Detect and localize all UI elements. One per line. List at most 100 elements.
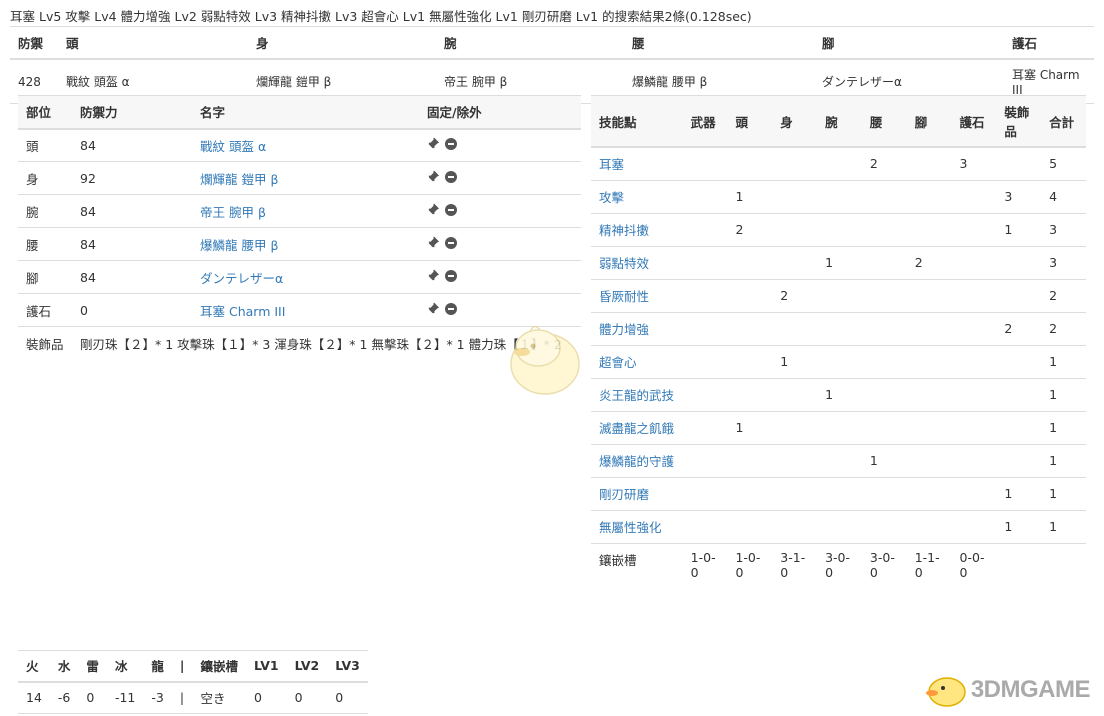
skill-point-cell [772,246,818,280]
skill-name-cell: 超會心 [591,345,683,379]
skill-name-link[interactable]: 耳塞 [599,157,624,172]
skill-point-cell [906,444,952,478]
summary-header-2: 身 [248,26,436,60]
skills-header-1: 武器 [682,95,728,148]
skill-point-cell [817,444,862,478]
skill-name-link[interactable]: 剛刃研磨 [599,487,649,502]
exclude-icon[interactable] [445,170,457,183]
skill-point-cell [682,477,728,511]
fix-exclude-cell [419,227,581,261]
skill-point-cell [996,345,1042,379]
skills-header-9: 合計 [1041,95,1086,148]
table-row: 頭 84 戰紋 頭盔 α [18,128,581,162]
skill-name-link[interactable]: 超會心 [599,355,637,370]
skill-point-cell [727,345,773,379]
skill-point-cell [906,213,952,247]
skill-point-cell: 4 [1041,180,1086,214]
defense-cell: 84 [72,128,192,162]
slot-cell: 3-0-0 [825,549,851,580]
parts-header-0: 部位 [18,95,72,130]
skill-point-cell [951,411,997,445]
armor-name-link[interactable]: 戰紋 頭盔 α [200,139,266,154]
armor-name-link[interactable]: 耳塞 Charm III [200,304,285,319]
armor-name-link[interactable]: 帝王 腕甲 β [200,205,266,220]
pin-icon[interactable] [427,203,440,216]
armor-name-link[interactable]: ダンテレザーα [200,271,283,286]
armor-name-link[interactable]: 爆鱗龍 腰甲 β [200,238,278,253]
skill-name-cell: 精神抖擻 [591,213,683,247]
resist-header-9: LV3 [327,650,368,683]
skill-point-cell [906,477,952,511]
skill-point-cell [996,147,1042,181]
exclude-icon[interactable] [445,302,457,315]
skill-name-link[interactable]: 精神抖擻 [599,223,649,238]
table-row: 體力增強 2 2 [591,312,1086,346]
pin-icon[interactable] [427,137,440,150]
skill-point-cell: 1 [1041,345,1086,379]
skill-point-cell: 1 [1041,510,1086,544]
part-cell: 護石 [18,293,72,327]
skill-name-link[interactable]: 無屬性強化 [599,520,662,535]
resist-header-4: 龍 [143,650,172,683]
skill-name-link[interactable]: 炎王龍的武技 [599,388,674,403]
skill-point-cell [682,213,728,247]
decoration-row: 裝飾品 剛刃珠【２】* 1 攻擊珠【１】* 3 渾身珠【２】* 1 無擊珠【２】*… [18,327,581,360]
name-cell: 爆鱗龍 腰甲 β [192,227,419,261]
part-cell: 腕 [18,194,72,228]
skill-point-cell: 1 [1041,411,1086,445]
pin-icon[interactable] [427,170,440,183]
skill-name-link[interactable]: 滅盡龍之飢餓 [599,421,674,436]
armor-name-link[interactable]: 爛輝龍 鎧甲 β [200,172,278,187]
skill-point-cell [772,411,818,445]
skill-name-cell: 體力增強 [591,312,683,346]
skill-point-cell [861,279,907,313]
resist-header-5: | [171,650,193,683]
table-row: 滅盡龍之飢餓 1 1 [591,411,1086,445]
table-row: 護石 0 耳塞 Charm III [18,293,581,327]
skill-name-link[interactable]: 弱點特效 [599,256,649,271]
skill-point-cell [727,147,773,181]
table-row: 腕 84 帝王 腕甲 β [18,194,581,228]
pin-icon[interactable] [427,269,440,282]
skill-point-cell [861,477,907,511]
skill-name-cell: 滅盡龍之飢餓 [591,411,683,445]
skill-point-cell [817,279,862,313]
table-row: 無屬性強化 1 1 [591,510,1086,544]
resist-header-6: 鑲嵌槽 [192,650,246,683]
skill-point-cell [951,345,997,379]
resist-header-3: 冰 [106,650,144,683]
slot-cell: 1-0-0 [735,549,761,580]
skill-point-cell [772,378,818,412]
resist-cell-3: -11 [106,681,144,714]
exclude-icon[interactable] [445,236,457,249]
table-row: 爆鱗龍的守護 1 1 [591,444,1086,478]
skill-name-link[interactable]: 爆鱗龍的守護 [599,454,674,469]
skill-point-cell [996,246,1042,280]
skill-point-cell [906,378,952,412]
exclude-icon[interactable] [445,203,457,216]
pin-icon[interactable] [427,302,440,315]
skills-header-8: 裝飾品 [996,95,1042,148]
skill-point-cell [951,213,997,247]
skill-point-cell: 3 [951,147,997,181]
skill-name-link[interactable]: 體力增強 [599,322,649,337]
skill-name-link[interactable]: 昏厥耐性 [599,289,649,304]
skill-point-cell: 5 [1041,147,1086,181]
skill-point-cell [817,312,862,346]
skill-point-cell [682,312,728,346]
skill-point-cell [817,411,862,445]
resist-cell-1: -6 [49,681,79,714]
table-row: 身 92 爛輝龍 鎧甲 β [18,161,581,195]
exclude-icon[interactable] [445,137,457,150]
pin-icon[interactable] [427,236,440,249]
skill-point-cell: 1 [1041,444,1086,478]
skill-point-cell [682,180,728,214]
fix-exclude-cell [419,260,581,294]
exclude-icon[interactable] [445,269,457,282]
name-cell: 戰紋 頭盔 α [192,128,419,162]
skill-name-link[interactable]: 攻擊 [599,190,624,205]
slot-cell [1041,543,1086,586]
table-row: 腳 84 ダンテレザーα [18,260,581,294]
skill-point-cell [906,312,952,346]
skill-point-cell: 2 [772,279,818,313]
